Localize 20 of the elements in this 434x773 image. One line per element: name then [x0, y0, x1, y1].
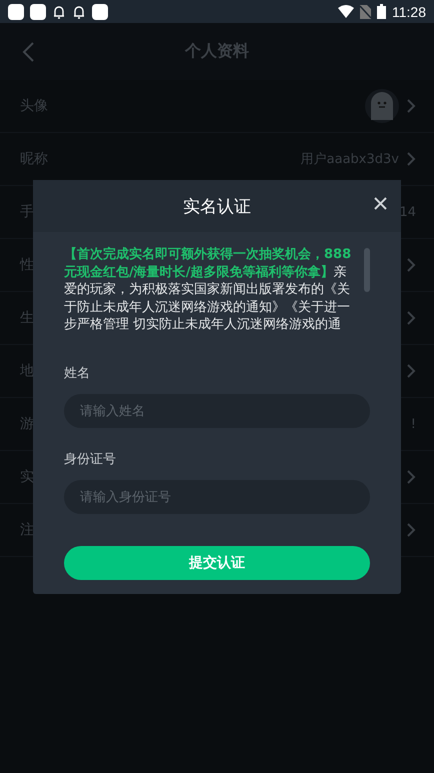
field-label: 身份证号: [64, 451, 117, 468]
field-label: 姓名: [64, 365, 91, 382]
row-value: !: [410, 416, 416, 432]
no-sim-icon: [360, 4, 371, 18]
notification-icon: [92, 4, 108, 20]
bell-icon: [72, 4, 86, 18]
input-field[interactable]: 请输入姓名: [64, 394, 370, 428]
notification-icon: [8, 4, 24, 20]
submit-button[interactable]: 提交认证: [64, 546, 370, 580]
wifi-icon: [338, 5, 354, 18]
notice-text: 【首次完成实名即可额外获得一次抽奖机会，888元现金红包/海量时长/超多限免等福利等你拿】亲爱的玩家，为积极落实国家新闻出版署发布的《关于防止未成年人沉迷网络游戏的通知》《关于进一步严格管理 切实防止未成年人沉迷网络游戏的通: [64, 246, 352, 334]
avatar-icon: [365, 89, 399, 123]
back-icon[interactable]: [22, 42, 34, 62]
clock-time: 11:28: [392, 4, 426, 20]
input-field[interactable]: 请输入身份证号: [64, 480, 370, 514]
notification-icon: [30, 4, 46, 20]
bell-icon: [52, 4, 66, 18]
scrollbar[interactable]: [364, 248, 370, 292]
dialog-title: 实名认证: [183, 196, 251, 218]
battery-icon: [377, 4, 386, 19]
